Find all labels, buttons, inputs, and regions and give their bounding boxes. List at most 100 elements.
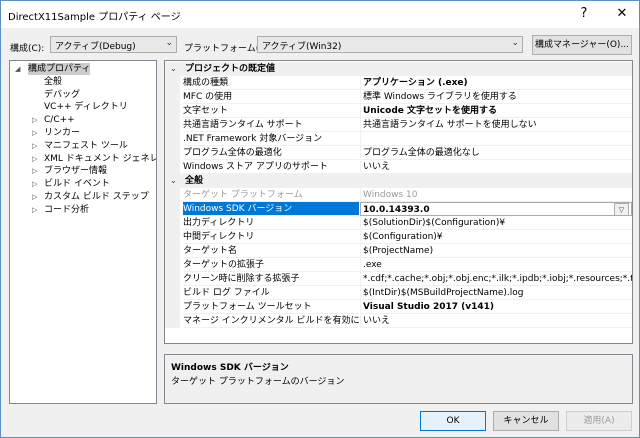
property-row[interactable]: Windows SDK バージョン 10.0.14393.0 ▽ [165,202,632,216]
dropdown-arrow-icon[interactable]: ▽ [614,203,629,215]
cancel-button[interactable]: キャンセル [493,411,559,431]
property-value-text: .exe [363,260,382,270]
expand-arrow-icon[interactable]: ▷ [32,155,37,163]
tree-item[interactable]: XML ドキュメント ジェネレーター [44,153,156,165]
category-header[interactable]: ⌄ プロジェクトの既定値 [165,62,632,76]
row-margin [165,216,180,230]
properties-dialog: DirectX11Sample プロパティ ページ ? ✕ 構成(C): アクテ… [0,0,640,438]
property-row[interactable]: プラットフォーム ツールセット Visual Studio 2017 (v141) [165,300,632,314]
expand-arrow-icon[interactable]: ▷ [32,167,37,175]
property-row[interactable]: ターゲットの拡張子 .exe [165,258,632,272]
property-name[interactable]: ターゲットの拡張子 [183,258,359,272]
expand-arrow-icon[interactable]: ▷ [32,206,37,214]
property-row[interactable]: プログラム全体の最適化 プログラム全体の最適化なし [165,146,632,160]
expand-arrow-icon[interactable]: ▷ [32,116,37,124]
property-row[interactable]: 出力ディレクトリ $(SolutionDir)$(Configuration)¥ [165,216,632,230]
property-value-text: アプリケーション (.exe) [363,78,468,88]
property-name[interactable]: 共通言語ランタイム サポート [183,118,359,132]
tree-item[interactable]: カスタム ビルド ステップ [44,191,149,203]
property-value[interactable]: .exe [360,258,632,272]
property-name[interactable]: 中間ディレクトリ [183,230,359,244]
tree-item[interactable]: VC++ ディレクトリ [44,101,128,113]
property-row[interactable]: クリーン時に削除する拡張子 *.cdf;*.cache;*.obj;*.obj.e… [165,272,632,286]
property-value[interactable]: アプリケーション (.exe) [360,76,632,90]
property-row[interactable]: 構成の種類 アプリケーション (.exe) [165,76,632,90]
ok-button[interactable]: OK [420,411,486,431]
property-value[interactable]: Visual Studio 2017 (v141) [360,300,632,314]
property-name[interactable]: 文字セット [183,104,359,118]
property-name[interactable]: 構成の種類 [183,76,359,90]
property-name[interactable]: MFC の使用 [183,90,359,104]
property-row[interactable]: 文字セット Unicode 文字セットを使用する [165,104,632,118]
tree-item[interactable]: C/C++ [44,114,75,126]
help-button[interactable]: ? [569,1,599,28]
apply-button[interactable]: 適用(A) [566,411,632,431]
property-name[interactable]: .NET Framework 対象バージョン [183,132,359,146]
collapse-arrow-icon[interactable]: ◢ [15,65,20,73]
row-margin [165,90,180,104]
property-row[interactable]: Windows ストア アプリのサポート いいえ [165,160,632,174]
property-row[interactable]: ビルド ログ ファイル $(IntDir)$(MSBuildProjectName… [165,286,632,300]
property-row[interactable]: ターゲット名 $(ProjectName) [165,244,632,258]
property-name[interactable]: ビルド ログ ファイル [183,286,359,300]
property-value[interactable]: $(ProjectName) [360,244,632,258]
property-value[interactable]: プログラム全体の最適化なし [360,146,632,160]
row-margin [165,160,180,174]
property-value[interactable]: $(SolutionDir)$(Configuration)¥ [360,216,632,230]
property-row[interactable]: MFC の使用 標準 Windows ライブラリを使用する [165,90,632,104]
property-name[interactable]: Windows SDK バージョン [183,202,359,216]
property-row[interactable]: マネージ インクリメンタル ビルドを有効にする いいえ [165,314,632,328]
property-name[interactable]: 出力ディレクトリ [183,216,359,230]
expand-arrow-icon[interactable]: ▷ [32,193,37,201]
property-value-dropdown[interactable]: 10.0.14393.0 ▽ [360,202,632,216]
tree-item[interactable]: デバッグ [44,89,80,101]
expand-arrow-icon[interactable]: ▷ [32,142,37,150]
property-value[interactable]: Unicode 文字セットを使用する [360,104,632,118]
property-row[interactable]: 中間ディレクトリ $(Configuration)¥ [165,230,632,244]
property-value[interactable]: いいえ [360,314,632,328]
title-bar: DirectX11Sample プロパティ ページ ? ✕ [1,1,639,28]
configuration-manager-button[interactable]: 構成マネージャー(O)... [532,35,632,55]
property-value[interactable]: $(IntDir)$(MSBuildProjectName).log [360,286,632,300]
property-row[interactable]: .NET Framework 対象バージョン [165,132,632,146]
configuration-value: アクティブ(Debug) [55,42,136,52]
property-name[interactable]: プラットフォーム ツールセット [183,300,359,314]
category-title: プロジェクトの既定値 [185,64,276,74]
property-name[interactable]: ターゲット プラットフォーム [183,188,359,202]
window-title: DirectX11Sample プロパティ ページ [8,12,181,23]
property-row[interactable]: 共通言語ランタイム サポート 共通言語ランタイム サポートを使用しない [165,118,632,132]
property-name[interactable]: Windows ストア アプリのサポート [183,160,359,174]
row-margin [165,118,180,132]
property-name[interactable]: マネージ インクリメンタル ビルドを有効にする [183,314,359,328]
property-value[interactable]: Windows 10 [360,188,632,202]
configuration-combo[interactable]: アクティブ(Debug) ⌄ [50,36,177,53]
property-value[interactable]: 標準 Windows ライブラリを使用する [360,90,632,104]
property-value[interactable]: *.cdf;*.cache;*.obj;*.obj.enc;*.ilk;*.ip… [360,272,632,286]
tree-item[interactable]: 構成プロパティ [28,63,91,75]
property-name[interactable]: クリーン時に削除する拡張子 [183,272,359,286]
row-margin [165,202,180,216]
tree-item[interactable]: ビルド イベント [44,178,110,190]
property-row[interactable]: ターゲット プラットフォーム Windows 10 [165,188,632,202]
property-value-text: いいえ [363,316,391,326]
category-header[interactable]: ⌄ 全般 [165,174,632,188]
close-button[interactable]: ✕ [607,1,637,28]
tree-item[interactable]: ブラウザー情報 [44,165,107,177]
expand-arrow-icon[interactable]: ▷ [32,180,37,188]
property-name[interactable]: ターゲット名 [183,244,359,258]
property-value[interactable]: いいえ [360,160,632,174]
platform-combo[interactable]: アクティブ(Win32) ⌄ [257,36,523,53]
collapse-chevron-icon[interactable]: ⌄ [170,174,177,188]
collapse-chevron-icon[interactable]: ⌄ [170,62,177,76]
property-value[interactable] [360,132,632,146]
expand-arrow-icon[interactable]: ▷ [32,129,37,137]
property-name[interactable]: プログラム全体の最適化 [183,146,359,160]
property-value-text: 10.0.14393.0 [363,205,430,215]
property-value[interactable]: $(Configuration)¥ [360,230,632,244]
property-value[interactable]: 共通言語ランタイム サポートを使用しない [360,118,632,132]
property-value-text: Visual Studio 2017 (v141) [363,302,495,312]
tree-item[interactable]: 全般 [44,76,62,88]
tree-item[interactable]: リンカー [44,127,80,139]
tree-item[interactable]: マニフェスト ツール [44,140,128,152]
tree-item[interactable]: コード分析 [44,204,89,216]
